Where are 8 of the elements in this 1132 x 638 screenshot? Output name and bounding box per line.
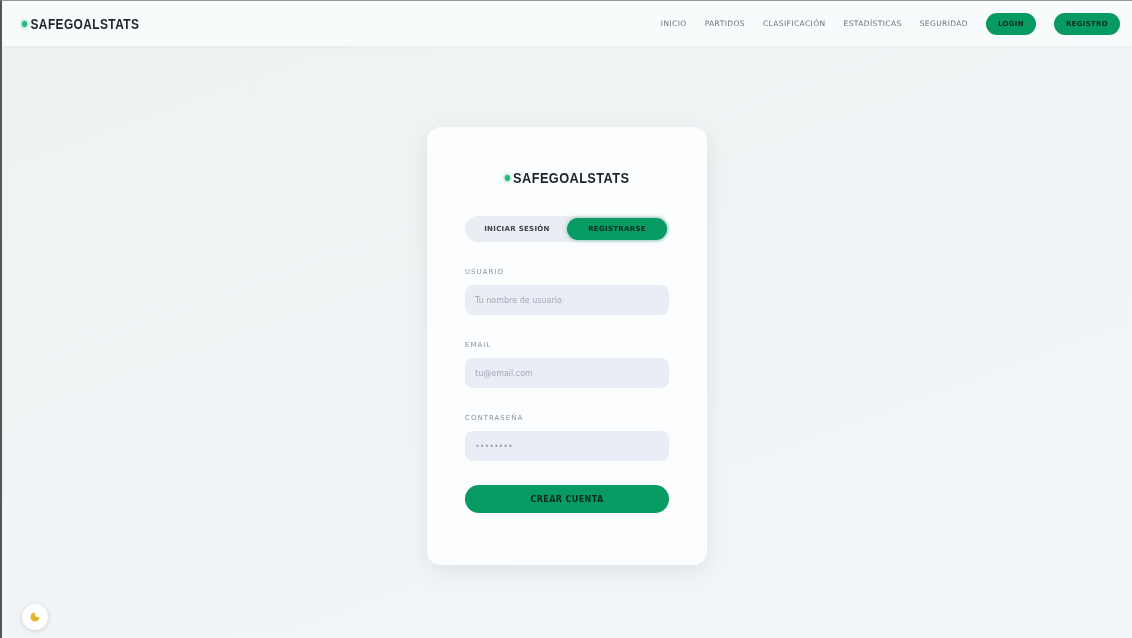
theme-toggle[interactable]: [22, 604, 48, 630]
input-field[interactable]: ••••••••: [465, 431, 669, 461]
submit-button[interactable]: CREAR CUENTA: [465, 485, 669, 513]
moon-icon: [30, 612, 40, 622]
input-field[interactable]: Tu nombre de usuario: [465, 285, 669, 315]
input-field[interactable]: tu@email.com: [465, 358, 669, 388]
card-logo: SAFEGOALSTATS: [480, 169, 654, 186]
site-logo[interactable]: SAFEGOALSTATS: [22, 15, 140, 32]
